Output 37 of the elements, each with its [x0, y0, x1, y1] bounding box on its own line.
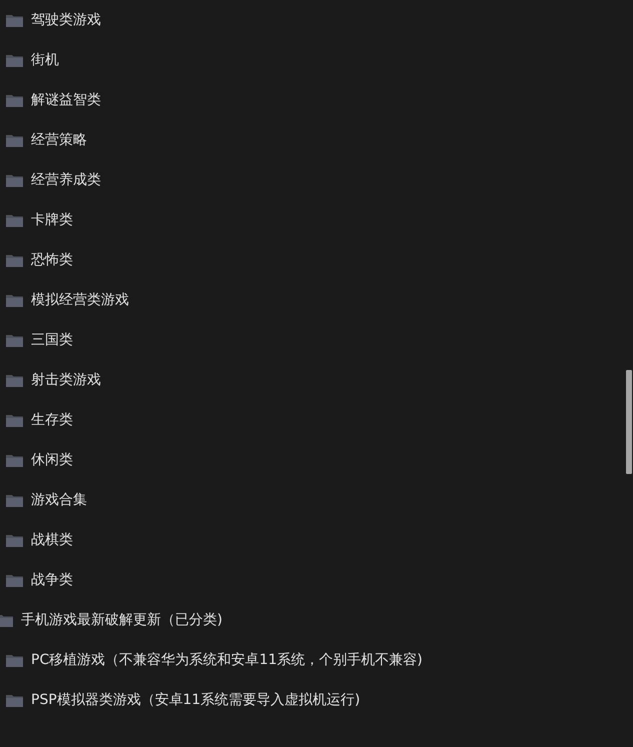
folder-label[interactable]: 驾驶类游戏 — [31, 10, 101, 30]
folder-icon — [6, 534, 23, 546]
folder-icon — [6, 654, 23, 666]
folder-label[interactable]: 生存类 — [31, 410, 73, 430]
folder-label[interactable]: 卡牌类 — [31, 210, 73, 230]
folder-icon — [6, 334, 23, 346]
folder-icon — [6, 694, 23, 706]
folder-icon — [6, 294, 23, 306]
folder-icon — [6, 54, 23, 66]
folder-label[interactable]: 射击类游戏 — [31, 370, 101, 390]
folder-icon — [6, 374, 23, 386]
folder-label[interactable]: 街机 — [31, 50, 59, 70]
folder-icon — [6, 414, 23, 426]
folder-icon — [6, 494, 23, 506]
folder-icon — [6, 14, 23, 26]
folder-icon — [6, 254, 23, 266]
scrollbar-thumb[interactable] — [626, 370, 632, 474]
folder-icon — [0, 614, 13, 626]
folder-label[interactable]: 游戏合集 — [31, 490, 87, 510]
folder-icon — [6, 454, 23, 466]
folder-label[interactable]: 手机游戏最新破解更新（已分类) — [21, 610, 222, 630]
folder-label[interactable]: 模拟经营类游戏 — [31, 290, 129, 310]
folder-label[interactable]: 解谜益智类 — [31, 90, 101, 110]
folder-label[interactable]: 恐怖类 — [31, 250, 73, 270]
folder-label[interactable]: 经营养成类 — [31, 170, 101, 190]
folder-label[interactable]: 三国类 — [31, 330, 73, 350]
folder-label[interactable]: PC移植游戏（不兼容华为系统和安卓11系统，个别手机不兼容) — [31, 650, 422, 670]
folder-icon — [6, 214, 23, 226]
folder-label[interactable]: 战棋类 — [31, 530, 73, 550]
folder-label[interactable]: PSP模拟器类游戏（安卓11系统需要导入虚拟机运行) — [31, 690, 360, 710]
folder-icon — [6, 574, 23, 586]
folder-label[interactable]: 经营策略 — [31, 130, 87, 150]
folder-label[interactable]: 战争类 — [31, 570, 73, 590]
folder-icon — [6, 174, 23, 186]
folder-icon — [6, 94, 23, 106]
folder-label[interactable]: 休闲类 — [31, 450, 73, 470]
folder-icon — [6, 134, 23, 146]
